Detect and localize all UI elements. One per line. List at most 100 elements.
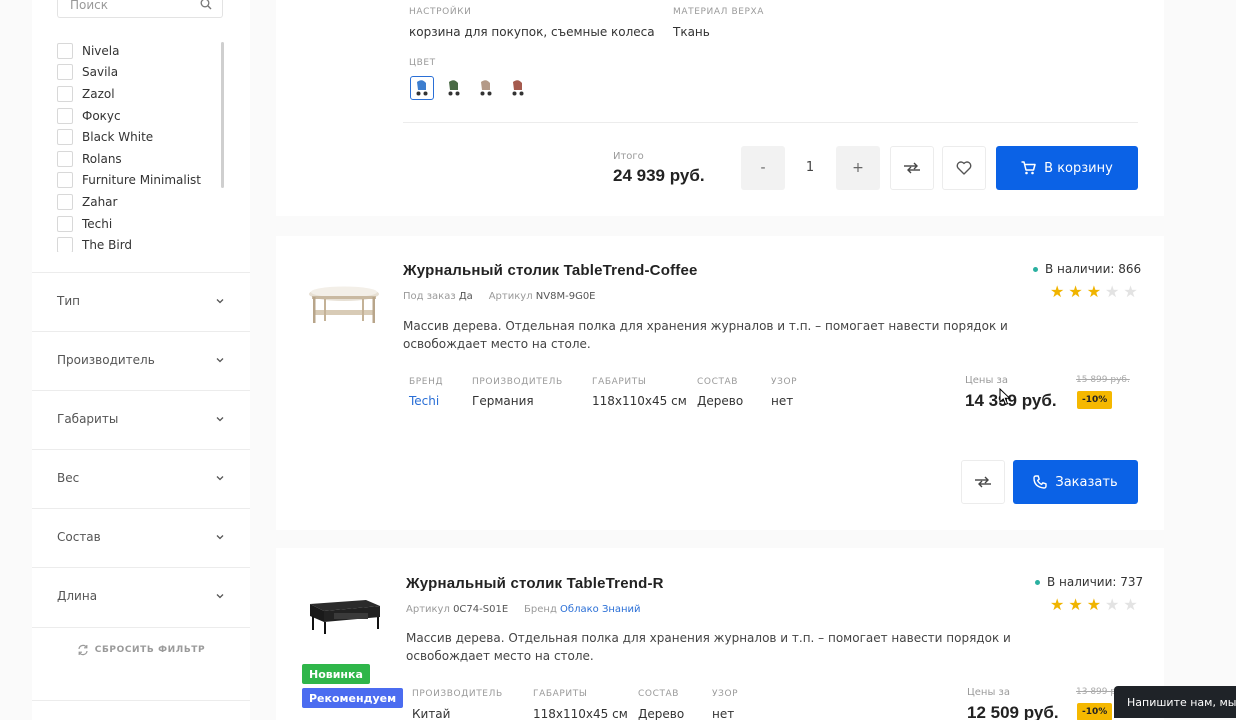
brand-option[interactable]: Furniture Minimalist xyxy=(57,170,227,192)
stock-dot-icon xyxy=(1033,266,1038,272)
brand-option[interactable]: Nivela xyxy=(57,40,227,62)
product-card-r: Новинка Рекомендуем Журнальный столик Ta… xyxy=(276,548,1164,720)
reset-filter-button[interactable]: СБРОСИТЬ ФИЛЬТР xyxy=(32,627,250,671)
order-value: Да xyxy=(458,291,473,302)
prop-label: ГАБАРИТЫ xyxy=(592,377,647,387)
checkbox[interactable] xyxy=(57,237,73,252)
brand-label: Бренд xyxy=(524,604,557,615)
filter-search-input[interactable] xyxy=(70,0,190,12)
color-swatch-blue[interactable] xyxy=(410,76,434,100)
article-label: Артикул xyxy=(406,604,450,615)
material-value: Ткань xyxy=(673,25,710,39)
checkbox[interactable] xyxy=(57,107,73,124)
brand-option[interactable]: The Bird xyxy=(57,234,227,252)
compare-button[interactable] xyxy=(890,146,934,190)
checkbox[interactable] xyxy=(57,129,73,146)
brand-link[interactable]: Облако Знаний xyxy=(560,604,641,615)
color-swatch-green[interactable] xyxy=(442,76,466,100)
compare-icon xyxy=(904,162,920,174)
product-card-coffee: Журнальный столик TableTrend-Coffee Под … xyxy=(276,236,1164,530)
brand-option-label: Zazol xyxy=(82,86,115,101)
product-title[interactable]: Журнальный столик TableTrend-R xyxy=(406,575,664,592)
coffee-table-image[interactable] xyxy=(306,594,382,638)
old-price: 15 899 руб. xyxy=(1076,375,1130,385)
checkbox[interactable] xyxy=(57,42,73,59)
quantity-decrease-button[interactable]: - xyxy=(741,146,785,190)
chevron-down-icon xyxy=(216,594,224,599)
checkbox[interactable] xyxy=(57,64,73,81)
coffee-table-image[interactable] xyxy=(306,280,382,330)
star-filled-icon: ★ xyxy=(1086,595,1102,614)
brand-option-label: Rolans xyxy=(82,151,122,166)
stock-text: В наличии: 737 xyxy=(1047,575,1144,589)
brand-option[interactable]: Techi xyxy=(57,213,227,235)
stock-dot-icon xyxy=(1035,579,1040,585)
quantity-value[interactable]: 1 xyxy=(790,160,830,175)
stock-status: В наличии: 866 xyxy=(1033,262,1141,276)
heart-icon xyxy=(956,161,972,175)
discount-badge: -10% xyxy=(1077,703,1113,720)
settings-label: НАСТРОЙКИ xyxy=(409,7,472,17)
checkbox[interactable] xyxy=(57,85,73,102)
star-empty-icon: ★ xyxy=(1105,282,1120,301)
checkbox[interactable] xyxy=(57,215,73,232)
article-value: NV8M-9G0E xyxy=(535,291,596,302)
brand-list-scrollbar[interactable] xyxy=(221,42,224,188)
brand-option[interactable]: Savila xyxy=(57,62,227,84)
color-swatch-beige[interactable] xyxy=(474,76,498,100)
brand-option[interactable]: Zazol xyxy=(57,83,227,105)
filter-dimensions[interactable]: Габариты xyxy=(32,390,250,449)
brand-option[interactable]: Фокус xyxy=(57,105,227,127)
compare-icon xyxy=(975,476,991,488)
refresh-icon xyxy=(78,644,88,655)
checkbox[interactable] xyxy=(57,193,73,210)
color-swatch-red[interactable] xyxy=(506,76,530,100)
order-label: Под заказ xyxy=(403,291,456,302)
checkbox[interactable] xyxy=(57,150,73,167)
star-filled-icon: ★ xyxy=(1050,282,1065,301)
prop-label: СОСТАВ xyxy=(638,689,680,699)
chat-widget[interactable]: Напишите нам, мы о xyxy=(1114,686,1236,718)
filter-label: Производитель xyxy=(57,353,155,367)
stroller-thumbnail-icon xyxy=(448,80,460,96)
chevron-down-icon xyxy=(216,299,224,304)
add-to-cart-button[interactable]: В корзину xyxy=(996,146,1138,190)
reset-filter-label: СБРОСИТЬ ФИЛЬТР xyxy=(94,644,206,655)
brand-option[interactable]: Zahar xyxy=(57,191,227,213)
order-button[interactable]: Заказать xyxy=(1013,460,1138,504)
sidebar-footer xyxy=(32,700,250,720)
product-description: Массив дерева. Отдельная полка для хране… xyxy=(403,319,1008,351)
price-label: Цены за xyxy=(967,687,1010,698)
quantity-increase-button[interactable]: + xyxy=(836,146,880,190)
prop-label: УЗОР xyxy=(712,689,739,699)
checkbox[interactable] xyxy=(57,172,73,189)
phone-icon xyxy=(1033,475,1048,489)
search-icon[interactable] xyxy=(200,0,212,10)
product-description: Массив дерева. Отдельная полка для хране… xyxy=(406,631,1011,663)
filter-composition[interactable]: Состав xyxy=(32,508,250,567)
star-filled-icon: ★ xyxy=(1068,282,1083,301)
brand-option-label: Фокус xyxy=(82,108,121,123)
chevron-down-icon xyxy=(216,417,224,422)
filter-length[interactable]: Длина xyxy=(32,567,250,626)
rating-stars: ★ ★ ★ ★ ★ xyxy=(1050,597,1138,613)
star-filled-icon: ★ xyxy=(1050,595,1065,614)
stock-text: В наличии: 866 xyxy=(1045,262,1142,276)
brand-option-label: Zahar xyxy=(82,194,118,209)
compare-button[interactable] xyxy=(961,460,1005,504)
prop-value-brand-link[interactable]: Techi xyxy=(409,394,439,408)
prop-label: УЗОР xyxy=(771,377,798,387)
product-title[interactable]: Журнальный столик TableTrend-Coffee xyxy=(403,262,698,279)
brand-option[interactable]: Black White xyxy=(57,126,227,148)
prop-value: Германия xyxy=(472,394,534,408)
filter-label: Тип xyxy=(57,294,80,308)
filter-type[interactable]: Тип xyxy=(32,272,250,331)
brand-option[interactable]: Rolans xyxy=(57,148,227,170)
stroller-thumbnail-icon xyxy=(512,80,524,96)
order-button-label: Заказать xyxy=(1055,474,1118,490)
favorite-button[interactable] xyxy=(942,146,986,190)
filter-search-box[interactable] xyxy=(57,0,223,18)
filter-manufacturer[interactable]: Производитель xyxy=(32,331,250,390)
filter-weight[interactable]: Вес xyxy=(32,449,250,508)
settings-value: корзина для покупок, съемные колеса xyxy=(409,25,655,39)
